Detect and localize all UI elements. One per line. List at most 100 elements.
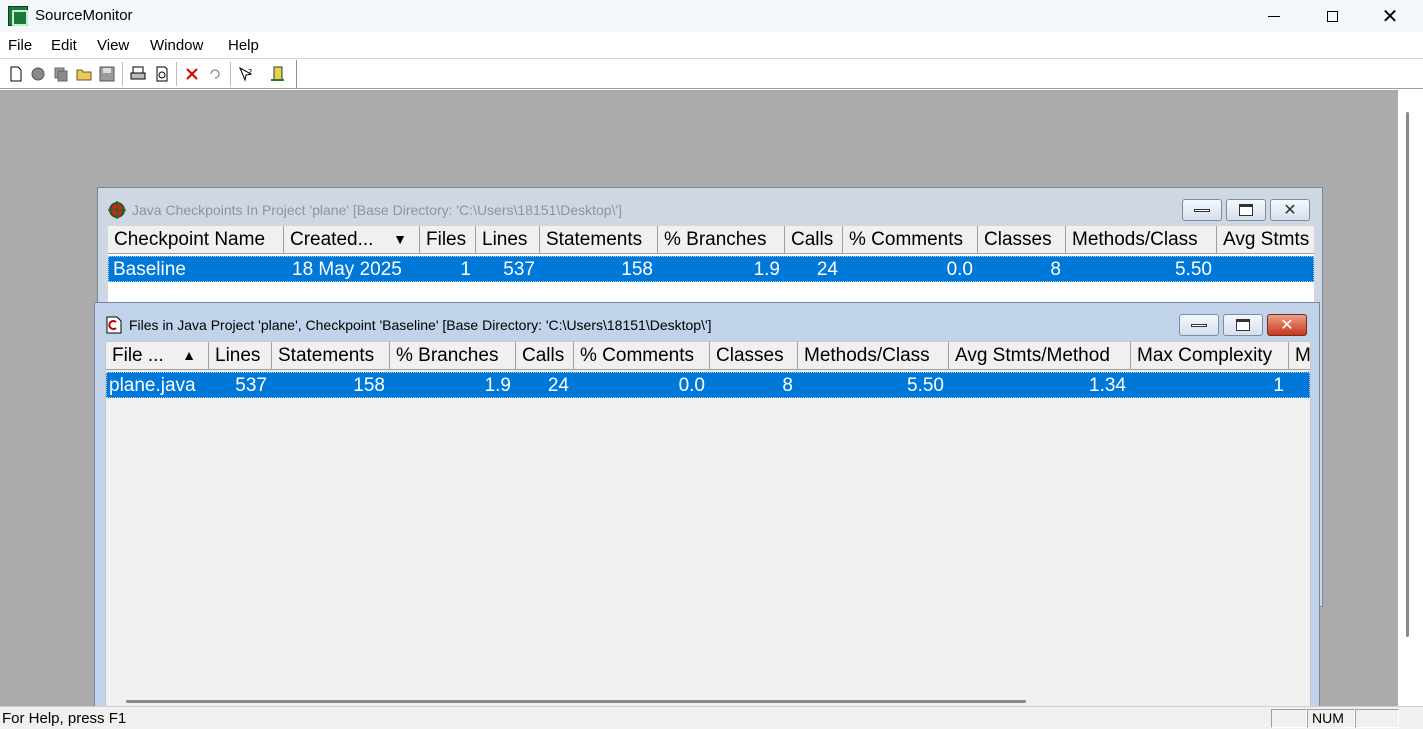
status-pane-num: NUM — [1307, 709, 1355, 728]
column-header-classes[interactable]: Classes — [710, 342, 798, 370]
files-close-button[interactable]: ✕ — [1267, 314, 1307, 336]
copy-button[interactable] — [50, 63, 72, 85]
checkpoints-minimize-button[interactable] — [1182, 199, 1222, 221]
close-button[interactable]: ✕ — [1361, 0, 1419, 32]
horizontal-scroll-thumb[interactable] — [126, 700, 1026, 703]
column-header-lines[interactable]: Lines — [209, 342, 272, 370]
vertical-scrollbar[interactable] — [1398, 90, 1423, 706]
cell-classes: 8 — [1050, 259, 1061, 280]
undo-button[interactable] — [204, 63, 226, 85]
checkpoints-close-button[interactable]: ✕ — [1270, 199, 1310, 221]
print-preview-button[interactable] — [151, 63, 173, 85]
save-button[interactable] — [96, 63, 118, 85]
checkpoint-target-icon — [108, 201, 126, 219]
menu-window[interactable]: Window — [150, 37, 203, 54]
title-bar: SourceMonitor ✕ — [0, 0, 1423, 32]
cell-files: 1 — [460, 259, 471, 280]
column-header-classes[interactable]: Classes — [978, 226, 1066, 254]
new-button[interactable] — [5, 63, 27, 85]
files-maximize-button[interactable] — [1223, 314, 1263, 336]
column-header-max-complexity[interactable]: Max Complexity — [1131, 342, 1289, 370]
column-header-avg-stmts-method[interactable]: Avg Stmts/Method — [949, 342, 1131, 370]
menu-edit[interactable]: Edit — [51, 37, 77, 54]
cell-classes: 8 — [782, 375, 793, 396]
column-header-methods-class[interactable]: Methods/Class — [798, 342, 949, 370]
status-help-text: For Help, press F1 — [2, 710, 127, 727]
column-header-checkpoint-name[interactable]: Checkpoint Name — [108, 226, 284, 254]
toolbar: ? — [0, 60, 1423, 89]
help-icon: ? — [238, 66, 253, 82]
checkpoints-table: Checkpoint Name Created... ▼ Files Lines … — [108, 226, 1314, 306]
column-header-branches[interactable]: % Branches — [390, 342, 516, 370]
status-pane-scroll — [1355, 709, 1399, 728]
column-header-methods-class[interactable]: Methods/Class — [1066, 226, 1217, 254]
cell-created: 18 May 2025 — [292, 259, 402, 280]
column-header-statements[interactable]: Statements — [272, 342, 390, 370]
print-icon — [130, 66, 146, 80]
files-minimize-button[interactable] — [1179, 314, 1219, 336]
column-header-statements[interactable]: Statements — [540, 226, 658, 254]
cell-avg-stmts-method: 1.34 — [1089, 375, 1126, 396]
gear-icon — [31, 67, 45, 81]
cell-calls: 24 — [547, 375, 569, 396]
cell-branches: 1.9 — [753, 259, 780, 280]
cell-checkpoint-name: Baseline — [113, 259, 186, 280]
cell-lines: 537 — [503, 259, 535, 280]
maximize-icon — [1239, 204, 1253, 216]
column-header-more[interactable]: M — [1289, 342, 1310, 370]
settings-button[interactable] — [27, 63, 49, 85]
cell-max-complexity: 1 — [1273, 375, 1284, 396]
maximize-button[interactable] — [1303, 0, 1361, 32]
column-header-file[interactable]: File ... ▲ — [106, 342, 209, 370]
files-table-area: File ... ▲ Lines Statements % Branches Ca… — [105, 341, 1311, 709]
context-help-button[interactable]: ? — [235, 63, 257, 85]
column-header-comments[interactable]: % Comments — [574, 342, 710, 370]
status-bar: For Help, press F1 NUM — [0, 706, 1423, 729]
cell-comments: 0.0 — [678, 375, 705, 396]
cell-file: plane.java — [109, 375, 196, 396]
open-button[interactable] — [73, 63, 95, 85]
minimize-icon — [1194, 208, 1210, 212]
column-header-comments[interactable]: % Comments — [843, 226, 978, 254]
delete-button[interactable] — [181, 63, 203, 85]
open-folder-icon — [76, 69, 92, 81]
column-header-lines[interactable]: Lines — [476, 226, 540, 254]
vertical-scroll-thumb[interactable] — [1406, 112, 1409, 637]
table-row[interactable]: Baseline 18 May 2025 1 537 158 1.9 24 0.… — [108, 256, 1314, 282]
column-header-files[interactable]: Files — [420, 226, 476, 254]
column-header-created-label: Created... — [290, 229, 374, 250]
files-window-title-bar[interactable]: Files in Java Project 'plane', Checkpoin… — [95, 303, 1319, 341]
sort-descending-icon: ▼ — [393, 231, 407, 247]
close-icon: ✕ — [1280, 315, 1294, 334]
print-preview-icon — [156, 66, 168, 82]
column-header-branches[interactable]: % Branches — [658, 226, 785, 254]
sort-ascending-icon: ▲ — [182, 347, 196, 363]
column-header-calls[interactable]: Calls — [785, 226, 843, 254]
minimize-button[interactable] — [1245, 0, 1303, 32]
app-title: SourceMonitor — [35, 7, 133, 24]
new-icon — [10, 66, 22, 82]
toolbar-separator — [230, 62, 231, 86]
menu-file[interactable]: File — [8, 37, 32, 54]
app-icon — [8, 6, 28, 26]
column-header-avg-stmts[interactable]: Avg Stmts — [1217, 226, 1314, 254]
cell-statements: 158 — [621, 259, 653, 280]
cell-statements: 158 — [353, 375, 385, 396]
menu-help[interactable]: Help — [228, 37, 259, 54]
checkpoints-maximize-button[interactable] — [1226, 199, 1266, 221]
maximize-icon — [1236, 319, 1250, 331]
close-icon: ✕ — [1381, 4, 1399, 28]
column-header-created[interactable]: Created... ▼ — [284, 226, 420, 254]
delete-icon — [186, 68, 198, 80]
print-button[interactable] — [127, 63, 149, 85]
menu-view[interactable]: View — [97, 37, 129, 54]
copy-icon — [54, 67, 68, 82]
exit-button[interactable] — [266, 63, 288, 85]
sourcemonitor-app: SourceMonitor ✕ File Edit View Window He… — [0, 0, 1423, 729]
table-row[interactable]: plane.java 537 158 1.9 24 0.0 8 5.50 1.3… — [106, 372, 1310, 398]
close-icon: ✕ — [1283, 200, 1297, 219]
save-icon — [99, 66, 115, 82]
column-header-calls[interactable]: Calls — [516, 342, 574, 370]
files-window[interactable]: Files in Java Project 'plane', Checkpoin… — [94, 302, 1320, 712]
checkpoints-window-title-bar[interactable]: Java Checkpoints In Project 'plane' [Bas… — [98, 188, 1322, 226]
